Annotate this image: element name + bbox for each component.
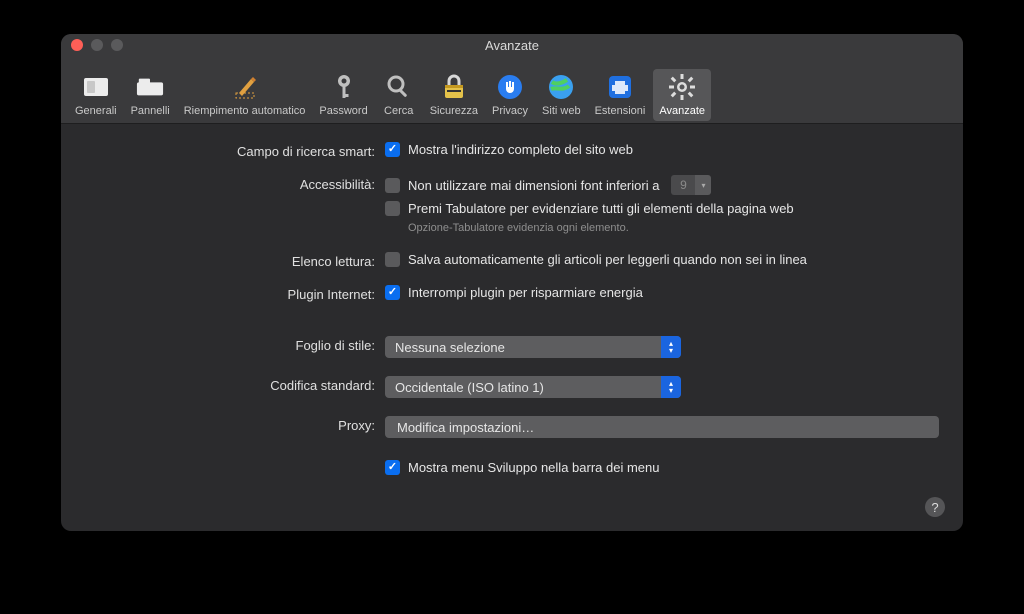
minimize-window-button[interactable] <box>91 39 103 51</box>
tabs-icon <box>136 73 164 101</box>
proxy-label: Proxy: <box>85 416 385 433</box>
titlebar: Avanzate <box>61 34 963 56</box>
tab-label: Generali <box>75 105 117 117</box>
tab-label: Riempimento automatico <box>184 105 306 117</box>
close-window-button[interactable] <box>71 39 83 51</box>
tab-label: Sicurezza <box>430 105 478 117</box>
show-full-address-label: Mostra l'indirizzo completo del sito web <box>408 142 633 157</box>
help-button[interactable]: ? <box>925 497 945 517</box>
stylesheet-label: Foglio di stile: <box>85 336 385 353</box>
tab-label: Pannelli <box>131 105 170 117</box>
updown-icon <box>661 376 681 398</box>
tab-search[interactable]: Cerca <box>376 69 422 121</box>
tab-extensions[interactable]: Estensioni <box>589 69 652 121</box>
accessibility-label: Accessibilità: <box>85 175 385 192</box>
internet-plugin-label: Plugin Internet: <box>85 285 385 302</box>
encoding-value: Occidentale (ISO latino 1) <box>395 380 544 395</box>
tab-label: Password <box>319 105 367 117</box>
preferences-window: Avanzate Generali Pannelli Riempimento a… <box>61 34 963 531</box>
tab-label: Siti web <box>542 105 581 117</box>
tab-label: Estensioni <box>595 105 646 117</box>
prefs-toolbar: Generali Pannelli Riempimento automatico… <box>61 56 963 124</box>
tab-privacy[interactable]: Privacy <box>486 69 534 121</box>
advanced-pane: Campo di ricerca smart: Mostra l'indiriz… <box>61 124 963 531</box>
encoding-popup[interactable]: Occidentale (ISO latino 1) <box>385 376 681 398</box>
save-offline-label: Salva automaticamente gli articoli per l… <box>408 252 807 267</box>
min-font-select[interactable]: 9 ▾ <box>671 175 711 195</box>
tab-tabs[interactable]: Pannelli <box>125 69 176 121</box>
stylesheet-popup[interactable]: Nessuna selezione <box>385 336 681 358</box>
tab-autofill[interactable]: Riempimento automatico <box>178 69 312 121</box>
chevron-down-icon: ▾ <box>695 175 711 195</box>
tab-general[interactable]: Generali <box>69 69 123 121</box>
pencil-icon <box>231 73 259 101</box>
save-offline-checkbox[interactable] <box>385 252 400 267</box>
reading-list-label: Elenco lettura: <box>85 252 385 269</box>
window-title: Avanzate <box>71 38 953 53</box>
gear-icon <box>668 73 696 101</box>
traffic-lights <box>71 39 123 51</box>
tab-highlight-label: Premi Tabulatore per evidenziare tutti g… <box>408 201 794 216</box>
show-develop-checkbox[interactable] <box>385 460 400 475</box>
proxy-button-label: Modifica impostazioni… <box>397 420 534 435</box>
hand-icon <box>496 73 524 101</box>
tab-advanced[interactable]: Avanzate <box>653 69 711 121</box>
tab-highlight-hint: Opzione-Tabulatore evidenzia ogni elemen… <box>408 222 939 234</box>
min-font-checkbox[interactable] <box>385 178 400 193</box>
stylesheet-value: Nessuna selezione <box>395 340 505 355</box>
stop-plugins-label: Interrompi plugin per risparmiare energi… <box>408 285 643 300</box>
encoding-label: Codifica standard: <box>85 376 385 393</box>
switch-icon <box>82 73 110 101</box>
min-font-label: Non utilizzare mai dimensioni font infer… <box>408 178 659 193</box>
min-font-value: 9 <box>671 175 695 195</box>
tab-security[interactable]: Sicurezza <box>424 69 484 121</box>
tab-highlight-checkbox[interactable] <box>385 201 400 216</box>
tab-passwords[interactable]: Password <box>313 69 373 121</box>
globe-icon <box>547 73 575 101</box>
show-full-address-checkbox[interactable] <box>385 142 400 157</box>
key-icon <box>330 73 358 101</box>
magnifier-icon <box>385 73 413 101</box>
smart-search-label: Campo di ricerca smart: <box>85 142 385 159</box>
tab-label: Cerca <box>384 105 413 117</box>
updown-icon <box>661 336 681 358</box>
tab-websites[interactable]: Siti web <box>536 69 587 121</box>
proxy-settings-button[interactable]: Modifica impostazioni… <box>385 416 939 438</box>
lock-icon <box>440 73 468 101</box>
show-develop-label: Mostra menu Sviluppo nella barra dei men… <box>408 460 659 475</box>
puzzle-icon <box>606 73 634 101</box>
tab-label: Avanzate <box>659 105 705 117</box>
zoom-window-button[interactable] <box>111 39 123 51</box>
stop-plugins-checkbox[interactable] <box>385 285 400 300</box>
tab-label: Privacy <box>492 105 528 117</box>
